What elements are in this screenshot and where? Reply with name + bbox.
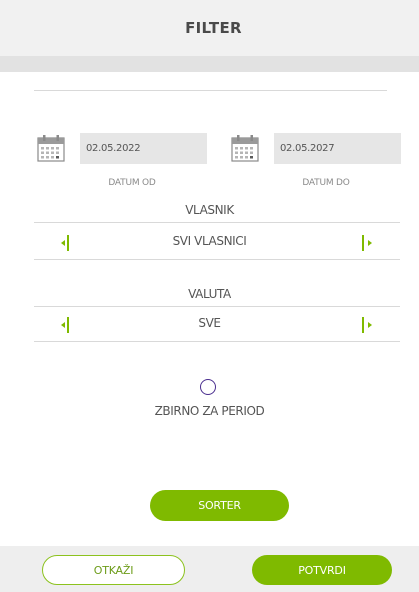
currency-value: SVE [198,316,221,330]
date-from-label: DATUM OD [108,178,156,188]
footer: OTKAŽI POTVRDI [0,546,419,592]
header-band [0,56,419,72]
owner-divider-top [34,222,400,223]
owner-next-arrow-icon[interactable] [360,235,374,251]
top-divider [34,90,387,91]
owner-value: SVI VLASNICI [172,234,247,248]
calendar-icon[interactable] [230,133,260,163]
summary-label: ZBIRNO ZA PERIOD [154,404,265,418]
cancel-button[interactable]: OTKAŽI [42,555,185,585]
currency-next-arrow-icon[interactable] [360,317,374,333]
confirm-button[interactable]: POTVRDI [252,555,392,585]
date-to-field[interactable]: 02.05.2027 [274,133,401,164]
header: FILTER [0,0,419,56]
calendar-icon[interactable] [36,133,66,163]
date-from-field[interactable]: 02.05.2022 [80,133,207,164]
owner-divider-bottom [34,259,400,260]
currency-divider-bottom [34,341,400,342]
currency-title: VALUTA [188,287,231,301]
currency-divider-top [34,306,400,307]
summary-radio[interactable] [200,379,216,395]
sorter-button[interactable]: SORTER [150,490,289,521]
date-to-label: DATUM DO [302,178,350,188]
page-title: FILTER [185,19,242,37]
owner-title: VLASNIK [185,203,234,217]
